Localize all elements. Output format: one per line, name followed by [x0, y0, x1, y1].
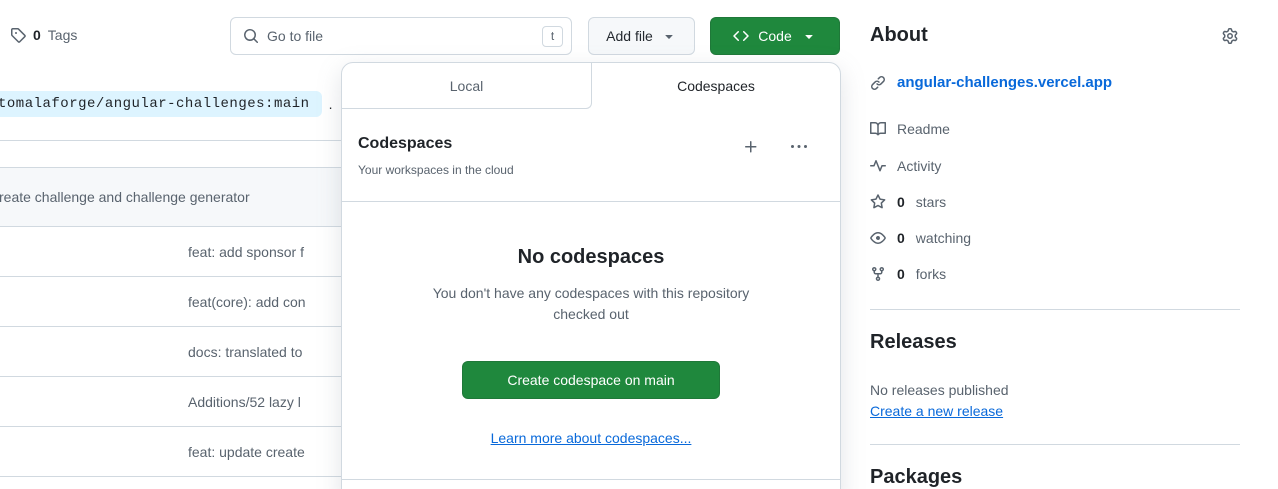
commit-message-link[interactable]: feat: add sponsor f — [188, 244, 304, 260]
tags-link[interactable]: 0 Tags — [10, 27, 77, 43]
repo-ref-code: tomalaforge/angular-challenges:main — [0, 91, 322, 117]
search-icon — [243, 28, 259, 44]
commit-message-link[interactable]: docs: translated to — [188, 344, 302, 360]
about-sidebar: About angular-challenges.vercel.app Read… — [870, 0, 1240, 489]
watching-label: watching — [916, 230, 971, 246]
code-dropdown-panel: Local Codespaces Codespaces Your workspa… — [341, 62, 841, 489]
pulse-icon — [870, 158, 886, 174]
book-icon — [870, 121, 886, 137]
plus-icon — [743, 139, 759, 155]
website-link[interactable]: angular-challenges.vercel.app — [870, 74, 1112, 91]
forks-count: 0 — [897, 266, 905, 282]
commit-message-link[interactable]: feat(core): add con — [188, 294, 306, 310]
add-file-label: Add file — [606, 28, 653, 44]
code-button-label: Code — [758, 28, 791, 44]
gear-icon[interactable] — [1222, 28, 1238, 44]
repo-page: 0 Tags t Add file Code tomalaforge/angul… — [0, 0, 1278, 489]
code-button[interactable]: Code — [710, 17, 840, 55]
code-dropdown-tabs: Local Codespaces — [342, 63, 840, 109]
star-icon — [870, 194, 886, 210]
clone-hint: tomalaforge/angular-challenges:main . — [0, 91, 332, 117]
watching-count: 0 — [897, 230, 905, 246]
codespaces-empty-state: No codespaces You don't have any codespa… — [342, 202, 840, 448]
codespaces-options-button[interactable] — [791, 139, 807, 155]
codespaces-subtitle: Your workspaces in the cloud — [358, 163, 824, 177]
search-input[interactable] — [267, 28, 542, 44]
create-release-link[interactable]: Create a new release — [870, 403, 1003, 419]
chevron-down-icon — [801, 28, 817, 44]
go-to-file-search[interactable]: t — [230, 17, 572, 55]
stars-label: stars — [916, 194, 946, 210]
divider — [870, 444, 1240, 445]
releases-empty-text: No releases published — [870, 382, 1009, 398]
divider — [342, 479, 840, 480]
readme-link[interactable]: Readme — [870, 121, 950, 137]
shortcut-key-badge: t — [542, 26, 563, 47]
activity-label: Activity — [897, 158, 941, 174]
commit-message-link[interactable]: Additions/52 lazy l — [188, 394, 301, 410]
sentence-period: . — [329, 96, 333, 112]
stars-link[interactable]: 0 stars — [870, 194, 946, 210]
forks-label: forks — [916, 266, 946, 282]
website-url[interactable]: angular-challenges.vercel.app — [897, 74, 1112, 91]
forks-link[interactable]: 0 forks — [870, 266, 946, 282]
tab-local[interactable]: Local — [342, 63, 592, 109]
stars-count: 0 — [897, 194, 905, 210]
code-icon — [733, 28, 749, 44]
packages-heading[interactable]: Packages — [870, 466, 962, 489]
add-file-button[interactable]: Add file — [588, 17, 695, 55]
chevron-down-icon — [661, 28, 677, 44]
releases-heading[interactable]: Releases — [870, 331, 957, 354]
commit-message-link[interactable]: feat: update create — [188, 444, 305, 460]
new-codespace-button[interactable] — [743, 139, 759, 155]
codespaces-actions — [743, 139, 807, 155]
watching-link[interactable]: 0 watching — [870, 230, 971, 246]
about-heading: About — [870, 24, 928, 47]
link-icon — [870, 75, 886, 91]
codespaces-header: Codespaces Your workspaces in the cloud — [342, 109, 840, 201]
activity-link[interactable]: Activity — [870, 158, 941, 174]
readme-label: Readme — [897, 121, 950, 137]
tag-icon — [10, 27, 26, 43]
eye-icon — [870, 230, 886, 246]
latest-commit-message[interactable]: create challenge and challenge generator — [0, 189, 250, 205]
kebab-horizontal-icon — [791, 139, 807, 155]
tags-count: 0 — [33, 27, 41, 43]
learn-more-link[interactable]: Learn more about codespaces... — [491, 430, 692, 446]
empty-state-title: No codespaces — [342, 246, 840, 269]
tab-codespaces[interactable]: Codespaces — [592, 63, 840, 109]
create-codespace-button[interactable]: Create codespace on main — [462, 361, 720, 399]
divider — [870, 309, 1240, 310]
empty-state-description: You don't have any codespaces with this … — [431, 283, 751, 325]
tags-label: Tags — [48, 27, 78, 43]
fork-icon — [870, 266, 886, 282]
